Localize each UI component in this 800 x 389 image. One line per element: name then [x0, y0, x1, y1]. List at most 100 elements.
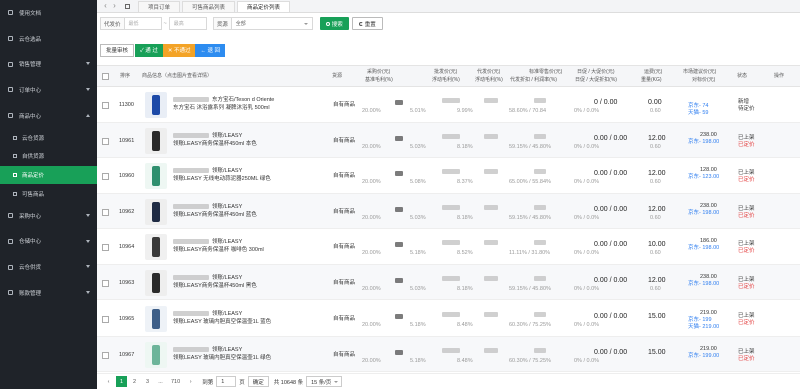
product-title: 东方宝石 沐浴露系列 凝脾沐浴乳 500ml [173, 105, 270, 111]
sidebar-item-9[interactable]: 采购中心 [0, 203, 97, 229]
sidebar-item-12[interactable]: 账款管理 [0, 280, 97, 306]
product-thumbnail[interactable] [145, 198, 167, 225]
sidebar-item-1[interactable]: 云仓选品 [0, 26, 97, 52]
row-checkbox[interactable] [102, 102, 109, 109]
purchase-margin: 20.00% [362, 250, 381, 256]
page-4[interactable]: 710 [168, 376, 183, 387]
col-retail: 标准零售价(元) [529, 69, 563, 75]
redacted-price [395, 350, 403, 355]
col-dropship-sub: 浮动毛利(%) [475, 77, 503, 83]
redacted-price [395, 171, 403, 176]
dropship-margin: 8.37% [457, 179, 473, 185]
weight-value: 0.60 [650, 250, 661, 256]
row-seq: 10960 [119, 173, 135, 179]
search-button[interactable]: 搜索 [319, 17, 349, 30]
sidebar-item-3[interactable]: 订单中心 [0, 77, 97, 103]
purchase-margin: 20.00% [362, 358, 381, 364]
product-thumbnail[interactable] [145, 92, 167, 118]
row-checkbox[interactable] [102, 280, 109, 287]
page-2[interactable]: 3 [142, 376, 153, 387]
freight-value: 15.00 [648, 313, 666, 320]
reject-button[interactable]: ✕ 不通过 [162, 43, 196, 57]
row-checkbox[interactable] [102, 316, 109, 323]
product-source: 自有商品 [333, 280, 356, 286]
sidebar-item-0[interactable]: 使用文档 [0, 0, 97, 26]
home-icon[interactable] [125, 4, 130, 9]
market-price: 238.00 [700, 203, 717, 209]
table-row: 10965 领账/LEASY 领账LEASY 玻璃内胆真空保温壶1L 蓝色 自有商品 2… [97, 300, 800, 337]
prev-page-button[interactable]: ‹ [103, 376, 114, 387]
search-button-label: 搜索 [331, 21, 343, 28]
dropship-margin: 9.99% [457, 108, 473, 114]
row-checkbox[interactable] [102, 244, 109, 251]
dropship-margin: 8.48% [457, 358, 473, 364]
page-icon [13, 135, 17, 140]
tab-2[interactable]: 商品定价列表 [237, 1, 291, 12]
redacted-price [484, 205, 498, 210]
page-3[interactable]: ... [155, 376, 166, 387]
benchmark-price-jd: 京东- 198.00 [688, 210, 720, 216]
table-header: 排序 商品信息（点击图片查看详情） 货源 采购价(元) 基准毛利(%) 批发价(… [97, 65, 800, 87]
tab-1[interactable]: 可售商品列表 [182, 1, 236, 12]
market-price: 238.00 [700, 132, 717, 138]
filter-bar: 代发价 最低 ~ 最高 货源 全部 搜索 重置 [100, 16, 796, 31]
sidebar-item-5[interactable]: 云仓货源 [0, 128, 97, 147]
product-source: 自有商品 [333, 102, 356, 108]
goto-page-input[interactable]: 1 [216, 376, 237, 387]
reset-icon [358, 21, 363, 26]
source-select-value: 全部 [235, 21, 246, 27]
page-0[interactable]: 1 [116, 376, 127, 387]
sidebar-item-11[interactable]: 云仓供货 [0, 254, 97, 280]
reset-button[interactable]: 重置 [351, 17, 383, 30]
return-button[interactable]: ← 退 回 [195, 43, 226, 57]
tab-list: 项目订单 可售商品列表 商品定价列表 [138, 1, 292, 12]
product-thumbnail[interactable] [145, 234, 167, 260]
product-title: 领账LEASY 无线电动蒜泥器250ML 绿色 [173, 176, 271, 182]
table-row: 11300 东方宝石/Teson d Oriente 东方宝石 沐浴露系列 凝脾沐浴… [97, 87, 800, 123]
sidebar-item-8[interactable]: 可售商品 [0, 184, 97, 203]
source-select[interactable]: 全部 [230, 17, 313, 30]
goto-label: 到第 [202, 379, 214, 386]
next-page-button[interactable]: › [185, 376, 196, 387]
row-checkbox[interactable] [102, 209, 109, 216]
dropship-margin: 8.18% [457, 215, 473, 221]
col-seq[interactable]: 排序 [120, 73, 130, 80]
min-price-input[interactable]: 最低 [123, 17, 162, 30]
tab-back-arrow[interactable]: ‹ [101, 0, 110, 12]
table-row: 10960 领账/LEASY 领账LEASY 无线电动蒜泥器250ML 绿色 自有商品… [97, 158, 800, 194]
approve-button[interactable]: ✓ 通 过 [135, 43, 163, 57]
row-checkbox[interactable] [102, 352, 109, 359]
page-1[interactable]: 2 [129, 376, 140, 387]
tab-0[interactable]: 项目订单 [138, 1, 181, 12]
page-size-select[interactable]: 15 条/页 [306, 376, 343, 387]
market-price: 128.00 [700, 167, 717, 173]
goto-confirm-button[interactable]: 确定 [247, 376, 269, 387]
price-filter-label: 代发价 [100, 17, 124, 30]
select-all-checkbox[interactable] [102, 73, 109, 80]
product-thumbnail[interactable] [145, 163, 167, 189]
redacted-price [395, 207, 403, 212]
sidebar-item-6[interactable]: 自供货源 [0, 147, 97, 166]
wholesale-margin: 5.18% [410, 250, 426, 256]
sidebar-item-10[interactable]: 仓储中心 [0, 229, 97, 255]
sidebar-item-2[interactable]: 销售管理 [0, 51, 97, 77]
product-thumbnail[interactable] [145, 269, 167, 296]
product-brand: 领账/LEASY [173, 239, 242, 246]
redacted-price [442, 240, 460, 245]
product-brand: 领账/LEASY [173, 204, 242, 211]
product-thumbnail[interactable] [145, 305, 167, 332]
tab-forward-arrow[interactable]: › [110, 0, 119, 12]
row-checkbox[interactable] [102, 173, 109, 180]
daily-price: 0.00 / 0.00 [594, 135, 628, 142]
max-price-input[interactable]: 最高 [168, 17, 207, 30]
row-checkbox[interactable] [102, 138, 109, 145]
sidebar-item-7[interactable]: 商品定价 [0, 165, 97, 185]
col-daily-sub: 日促 / 大促折扣(%) [575, 77, 617, 83]
product-thumbnail[interactable] [145, 127, 167, 154]
col-status: 状态 [737, 73, 748, 79]
page-size-value: 15 条/页 [311, 379, 332, 386]
product-thumbnail[interactable] [145, 341, 167, 368]
batch-review-button[interactable]: 批量审核 [100, 43, 135, 57]
row-seq: 10965 [119, 316, 135, 322]
sidebar-item-4[interactable]: 商品中心 [0, 103, 97, 129]
